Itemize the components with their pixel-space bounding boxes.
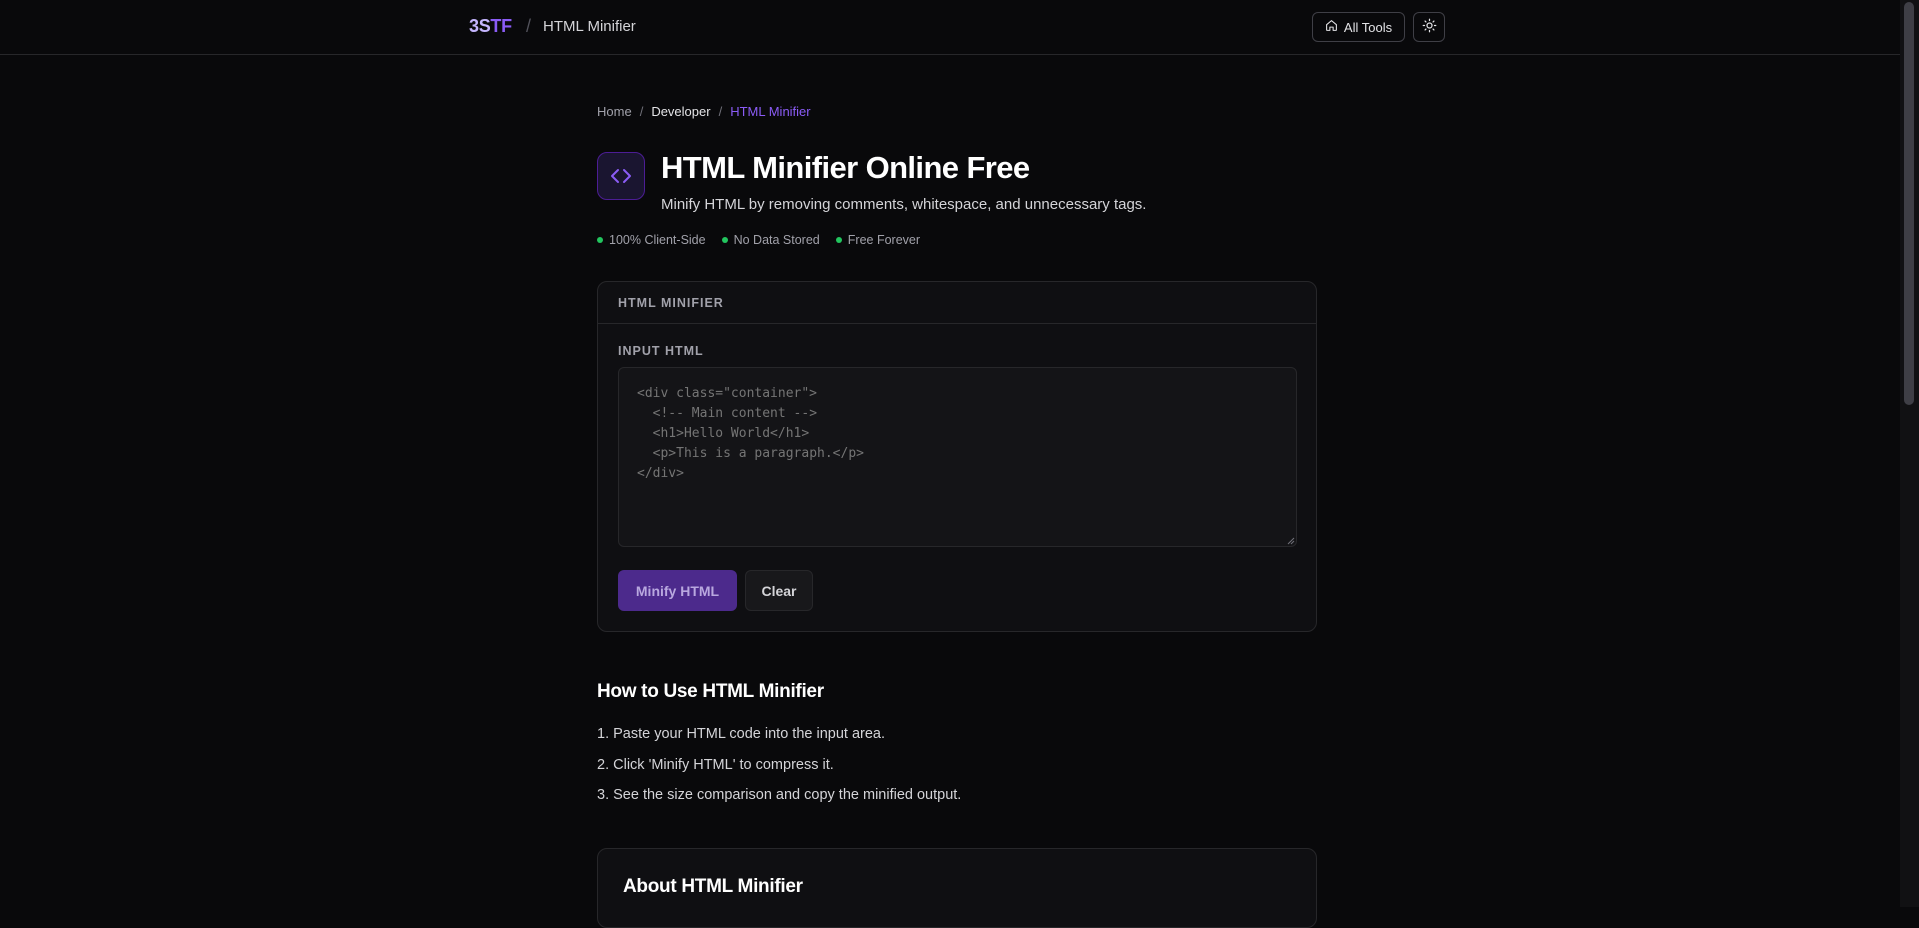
sun-icon [1422, 18, 1437, 36]
html-input[interactable] [618, 367, 1297, 547]
about-card: About HTML Minifier [597, 848, 1317, 928]
breadcrumb-developer[interactable]: Developer [651, 104, 710, 119]
breadcrumb-separator: / [639, 104, 644, 119]
badge-label: Free Forever [847, 233, 921, 247]
how-to-steps: 1. Paste your HTML code into the input a… [597, 726, 961, 818]
top-bar: 3STF / HTML Minifier All Tools [0, 0, 1900, 55]
breadcrumb: Home / Developer / HTML Minifier [597, 104, 811, 119]
code-brackets-icon [597, 152, 645, 200]
list-item: 1. Paste your HTML code into the input a… [597, 726, 886, 742]
status-dot-icon [835, 237, 842, 243]
feature-badges: 100% Client-Side No Data Stored Free For… [597, 233, 920, 247]
brand-part-2: TF [490, 16, 512, 36]
input-label: INPUT HTML [618, 344, 704, 358]
page-subtitle: Minify HTML by removing comments, whites… [661, 196, 1147, 213]
list-item: 3. See the size comparison and copy the … [597, 787, 962, 803]
badge-label: No Data Stored [733, 233, 820, 247]
minifier-card: HTML MINIFIER INPUT HTML Minify HTML Cle… [597, 281, 1317, 632]
header-separator: / [526, 16, 532, 36]
feature-badge: No Data Stored [721, 233, 820, 247]
badge-label: 100% Client-Side [609, 233, 706, 247]
card-title: HTML MINIFIER [598, 282, 1316, 324]
page-title: HTML Minifier Online Free [661, 150, 1030, 185]
brand-part-1: 3S [469, 16, 491, 36]
brand-logo[interactable]: 3STF [469, 16, 512, 37]
status-dot-icon [721, 237, 728, 243]
all-tools-button[interactable]: All Tools [1312, 12, 1405, 42]
list-item: 2. Click 'Minify HTML' to compress it. [597, 756, 834, 773]
breadcrumb-home[interactable]: Home [597, 104, 632, 119]
resize-handle-icon[interactable] [1287, 537, 1295, 545]
all-tools-label: All Tools [1343, 19, 1393, 35]
clear-button[interactable]: Clear [745, 570, 813, 611]
minify-button[interactable]: Minify HTML [618, 570, 737, 611]
scrollbar-thumb[interactable] [1904, 2, 1914, 405]
how-to-title: How to Use HTML Minifier [597, 681, 824, 702]
breadcrumb-separator: / [718, 104, 723, 119]
breadcrumb-current: HTML Minifier [730, 104, 811, 119]
theme-toggle-button[interactable] [1413, 12, 1445, 42]
feature-badge: 100% Client-Side [597, 233, 706, 247]
about-title: About HTML Minifier [623, 876, 803, 897]
home-icon [1325, 19, 1338, 35]
header-page-name: HTML Minifier [543, 18, 636, 35]
status-dot-icon [597, 237, 603, 243]
feature-badge: Free Forever [835, 233, 921, 247]
